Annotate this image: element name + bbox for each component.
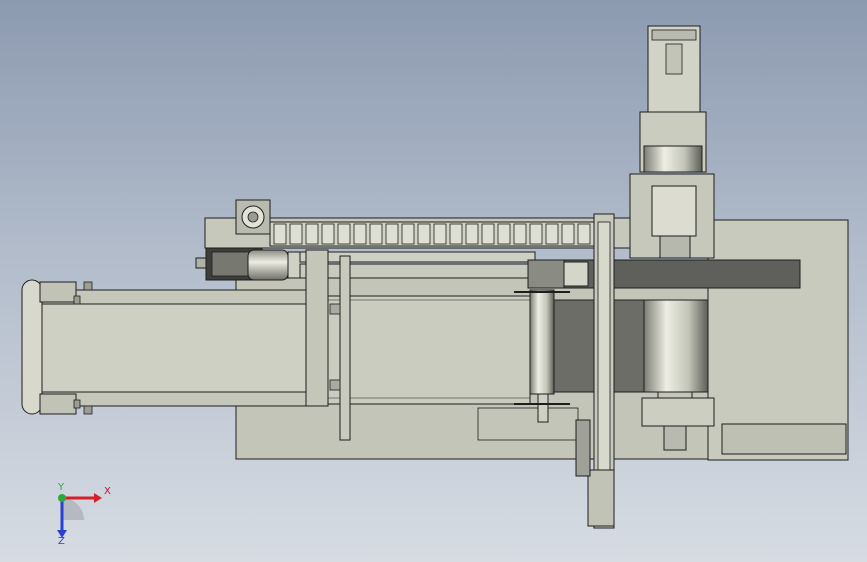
- chain-link: [289, 223, 303, 245]
- guide-rod-upper: [299, 251, 536, 263]
- right-housing-panel: [721, 423, 847, 455]
- side-plate-left: [305, 249, 329, 407]
- chain-link: [433, 223, 447, 245]
- chain-link: [465, 223, 479, 245]
- servo-motor: [629, 25, 715, 259]
- cad-viewport[interactable]: X Y Z: [0, 0, 867, 562]
- chain-link: [545, 223, 559, 245]
- chain-link: [497, 223, 511, 245]
- belt-conveyor: [35, 289, 531, 407]
- chain-link: [529, 223, 543, 245]
- chain-link: [385, 223, 399, 245]
- chain-link: [577, 223, 591, 245]
- chain-link: [321, 223, 335, 245]
- side-plate-upright: [339, 255, 351, 441]
- chain-link: [481, 223, 495, 245]
- assembly-drawing[interactable]: [0, 0, 867, 562]
- small-motor: [235, 199, 271, 235]
- x-axis-arrow: [94, 493, 102, 503]
- axis-triad: X Y Z: [40, 480, 120, 550]
- y-axis-label: Y: [58, 482, 65, 493]
- chain-link: [417, 223, 431, 245]
- chain-link: [561, 223, 575, 245]
- chain-link: [273, 223, 287, 245]
- chain-link: [337, 223, 351, 245]
- chain-link: [369, 223, 383, 245]
- z-axis-label: Z: [58, 536, 65, 547]
- y-axis-dot: [58, 494, 66, 502]
- chain-link: [513, 223, 527, 245]
- chain-link: [305, 223, 319, 245]
- linear-actuator-motor: [195, 247, 317, 281]
- guide-rod-lower: [299, 263, 536, 279]
- chain-link: [353, 223, 367, 245]
- chain-link: [401, 223, 415, 245]
- clamp-block-top: [329, 303, 341, 315]
- chain-link: [449, 223, 463, 245]
- x-axis-label: X: [104, 486, 111, 497]
- clamp-block-bottom: [329, 379, 341, 391]
